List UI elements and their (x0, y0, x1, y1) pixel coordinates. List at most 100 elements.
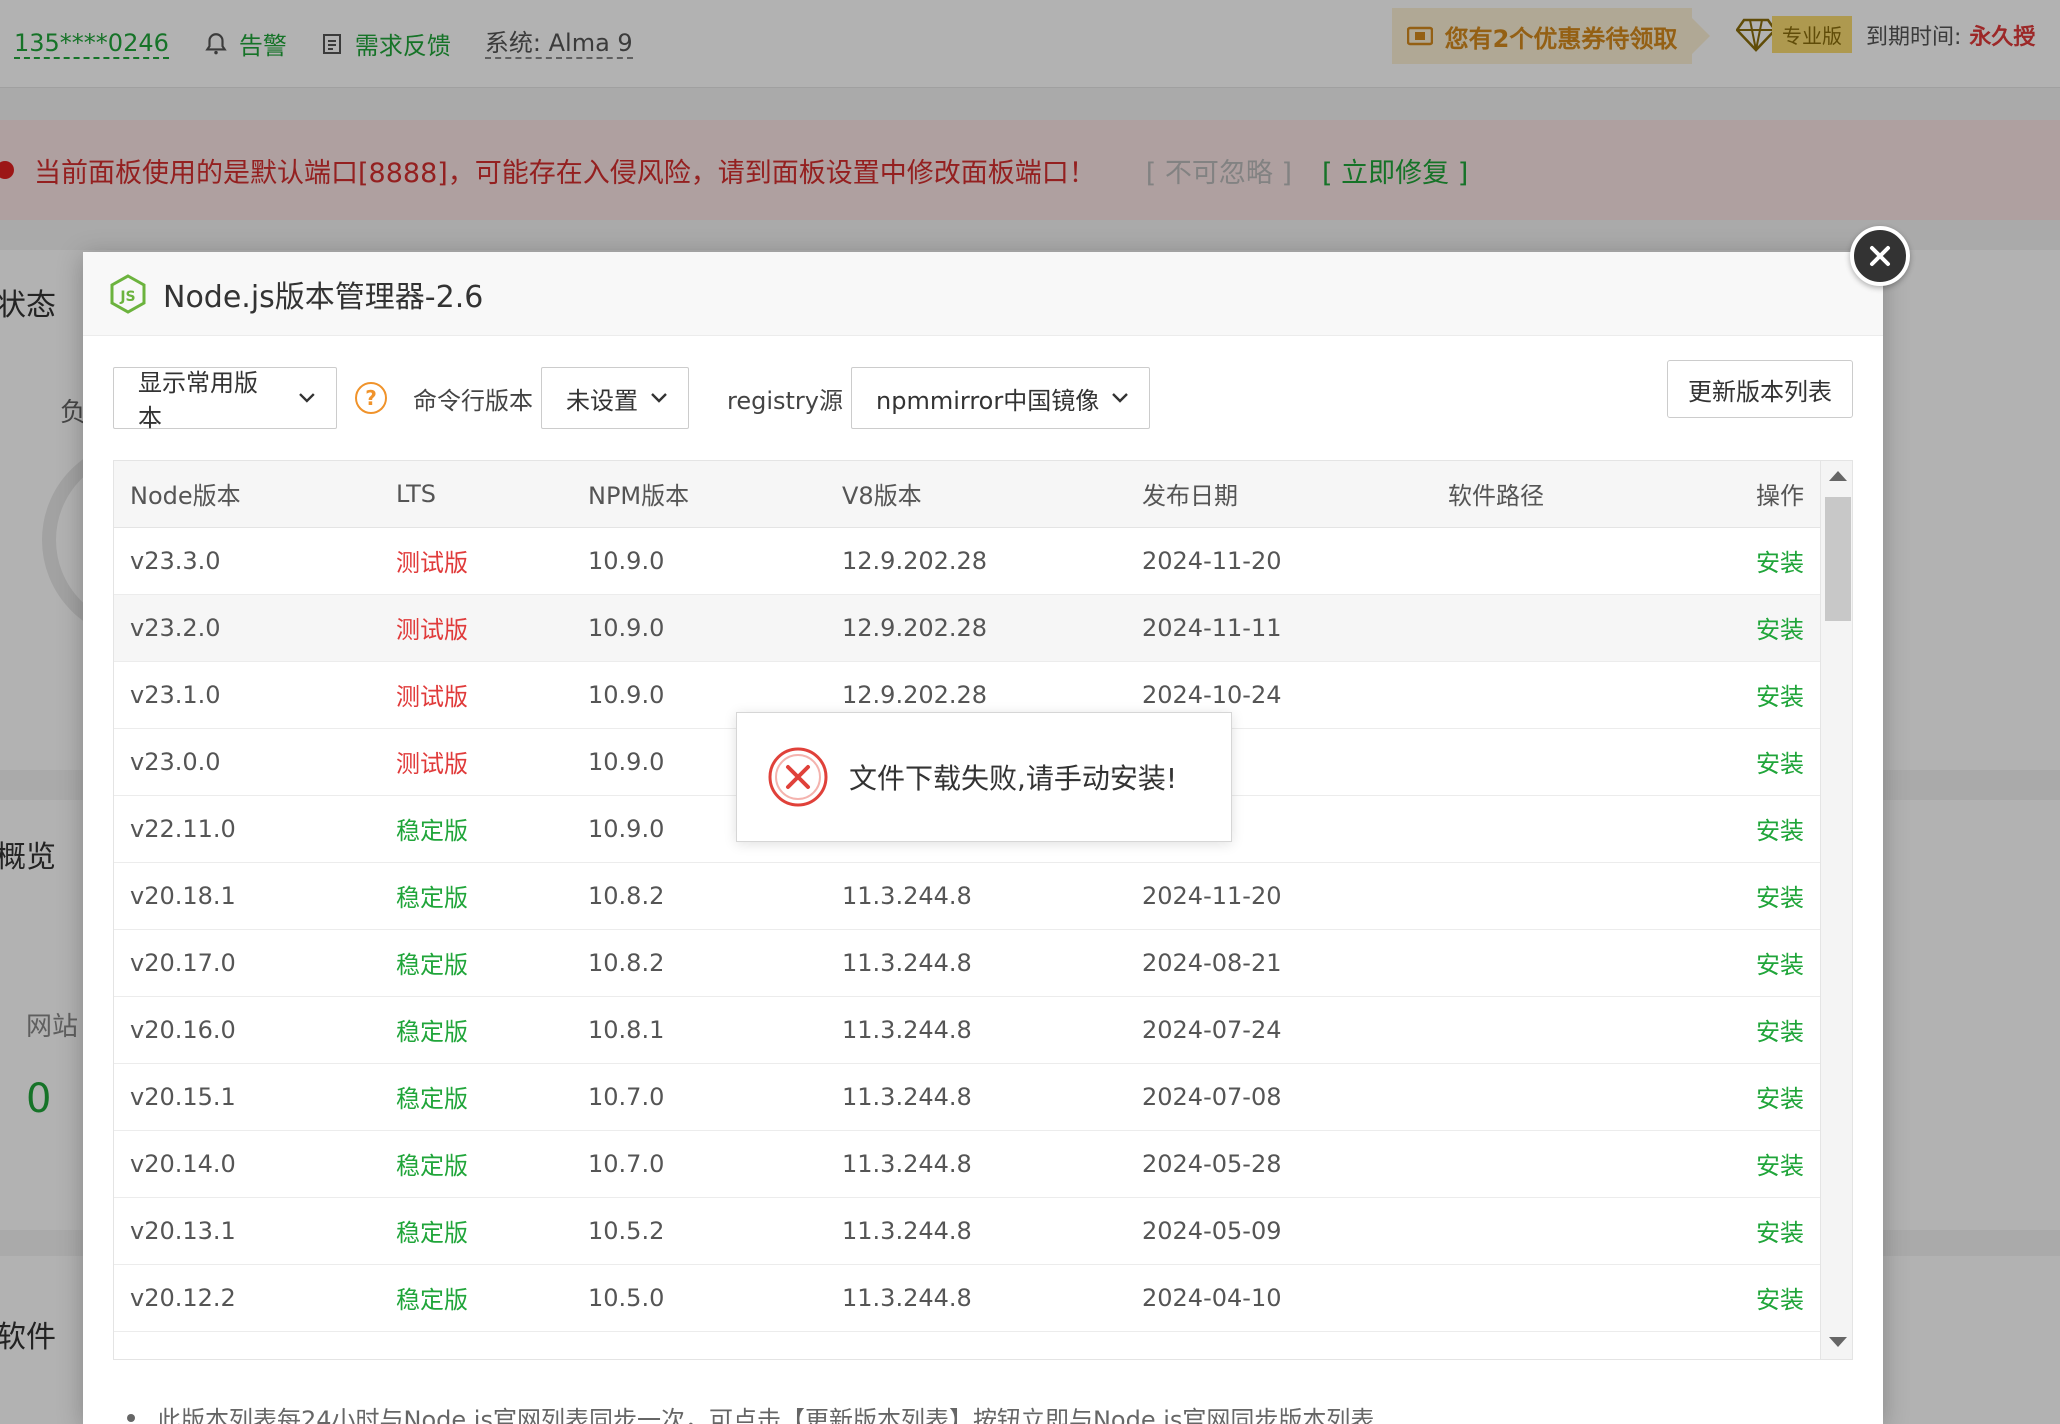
node-version-cell: v20.13.1 (114, 1197, 380, 1265)
v8-version-cell: 11.3.244.8 (826, 1264, 1126, 1332)
bullet-icon (127, 1413, 135, 1422)
node-version-cell: v20.18.1 (114, 862, 380, 930)
table-row: v20.13.1 稳定版 10.5.2 11.3.244.8 2024-05-09 安装 (114, 1197, 1820, 1265)
release-date-cell: 2024-04-10 (1126, 1264, 1432, 1332)
install-button[interactable]: 安装 (1756, 549, 1804, 577)
nodejs-icon: JS (110, 273, 146, 314)
action-cell: 安装 (1722, 996, 1820, 1064)
lts-cell: 测试版 (380, 594, 572, 662)
action-cell: 安装 (1722, 527, 1820, 595)
node-version-cell: v20.12.2 (114, 1264, 380, 1332)
sync-note-text: 此版本列表每24小时与Node.js官网列表同步一次，可点击【更新版本列表】按钮… (157, 1406, 1375, 1424)
action-cell: 安装 (1722, 1264, 1820, 1332)
chevron-down-icon (651, 393, 667, 403)
install-path-cell (1432, 996, 1722, 1064)
npm-version-cell: 10.8.2 (572, 929, 826, 997)
table-header-row: Node版本 LTS NPM版本 V8版本 发布日期 软件路径 操作 (114, 461, 1820, 528)
help-icon[interactable]: ? (355, 382, 387, 414)
error-toast: 文件下载失败,请手动安装! (736, 712, 1232, 842)
install-path-cell (1432, 929, 1722, 997)
lts-cell: 稳定版 (380, 1264, 572, 1332)
chevron-down-icon (299, 393, 315, 403)
v8-version-cell: 11.3.244.8 (826, 862, 1126, 930)
node-version-cell: v20.15.1 (114, 1063, 380, 1131)
scroll-up-arrow-icon[interactable] (1829, 471, 1847, 481)
release-date-cell: 2024-07-08 (1126, 1063, 1432, 1131)
table-row: v20.15.1 稳定版 10.7.0 11.3.244.8 2024-07-08 安装 (114, 1063, 1820, 1131)
lts-cell: 测试版 (380, 527, 572, 595)
node-version-cell: v20.17.0 (114, 929, 380, 997)
version-table-container[interactable]: Node版本 LTS NPM版本 V8版本 发布日期 软件路径 操作 v23.3… (113, 460, 1853, 1360)
column-header: 软件路径 (1432, 461, 1722, 528)
lts-cell: 稳定版 (380, 1063, 572, 1131)
table-row: v20.17.0 稳定版 10.8.2 11.3.244.8 2024-08-21 安装 (114, 929, 1820, 997)
node-version-cell: v22.11.0 (114, 795, 380, 863)
chevron-down-icon (1112, 393, 1129, 403)
v8-version-cell: 12.9.202.28 (826, 594, 1126, 662)
node-version-cell: v20.14.0 (114, 1130, 380, 1198)
install-path-cell (1432, 1264, 1722, 1332)
v8-version-cell: 11.3.244.8 (826, 1130, 1126, 1198)
table-row: v23.2.0 测试版 10.9.0 12.9.202.28 2024-11-11 安装 (114, 594, 1820, 662)
node-version-cell: v23.3.0 (114, 527, 380, 595)
lts-cell: 测试版 (380, 661, 572, 729)
v8-version-cell: 11.3.244.8 (826, 929, 1126, 997)
install-path-cell (1432, 1197, 1722, 1265)
install-button[interactable]: 安装 (1756, 1152, 1804, 1180)
error-toast-message: 文件下载失败,请手动安装! (849, 762, 1178, 795)
release-date-cell: 2024-11-20 (1126, 862, 1432, 930)
install-button[interactable]: 安装 (1756, 1085, 1804, 1113)
column-header: 发布日期 (1126, 461, 1432, 528)
dialog-toolbar: 显示常用版本 ? 命令行版本 未设置 registry源 npmmirror中国… (113, 360, 1853, 432)
cli-version-value: 未设置 (566, 386, 638, 415)
table-row: v20.18.1 稳定版 10.8.2 11.3.244.8 2024-11-20 安装 (114, 862, 1820, 930)
version-table: Node版本 LTS NPM版本 V8版本 发布日期 软件路径 操作 v23.3… (114, 461, 1820, 1332)
install-button[interactable]: 安装 (1756, 616, 1804, 644)
install-button[interactable]: 安装 (1756, 683, 1804, 711)
install-button[interactable]: 安装 (1756, 817, 1804, 845)
install-button[interactable]: 安装 (1756, 1286, 1804, 1314)
install-button[interactable]: 安装 (1756, 1018, 1804, 1046)
table-row: v20.16.0 稳定版 10.8.1 11.3.244.8 2024-07-24 安装 (114, 996, 1820, 1064)
lts-cell: 测试版 (380, 728, 572, 796)
action-cell: 安装 (1722, 1130, 1820, 1198)
table-row: v23.3.0 测试版 10.9.0 12.9.202.28 2024-11-20 安装 (114, 527, 1820, 595)
cli-version-label: 命令行版本 (413, 386, 533, 415)
install-button[interactable]: 安装 (1756, 884, 1804, 912)
cli-version-select[interactable]: 未设置 (541, 367, 689, 429)
install-path-cell (1432, 728, 1722, 796)
action-cell: 安装 (1722, 862, 1820, 930)
lts-cell: 稳定版 (380, 1130, 572, 1198)
registry-select[interactable]: npmmirror中国镜像 (851, 367, 1151, 429)
install-button[interactable]: 安装 (1756, 750, 1804, 778)
version-filter-select[interactable]: 显示常用版本 (113, 367, 337, 432)
install-button[interactable]: 安装 (1756, 951, 1804, 979)
release-date-cell: 2024-07-24 (1126, 996, 1432, 1064)
v8-version-cell: 11.3.244.8 (826, 1197, 1126, 1265)
v8-version-cell: 11.3.244.8 (826, 996, 1126, 1064)
node-version-cell: v23.1.0 (114, 661, 380, 729)
npm-version-cell: 10.5.0 (572, 1264, 826, 1332)
action-cell: 安装 (1722, 795, 1820, 863)
release-date-cell: 2024-05-28 (1126, 1130, 1432, 1198)
scroll-down-arrow-icon[interactable] (1829, 1337, 1847, 1347)
column-header: 操作 (1722, 461, 1820, 528)
install-path-cell (1432, 527, 1722, 595)
install-path-cell (1432, 661, 1722, 729)
install-button[interactable]: 安装 (1756, 1219, 1804, 1247)
lts-cell: 稳定版 (380, 929, 572, 997)
npm-version-cell: 10.8.2 (572, 862, 826, 930)
install-path-cell (1432, 594, 1722, 662)
update-version-list-button[interactable]: 更新版本列表 (1667, 360, 1853, 418)
close-dialog-button[interactable] (1850, 226, 1910, 286)
node-version-cell: v23.2.0 (114, 594, 380, 662)
npm-version-cell: 10.5.2 (572, 1197, 826, 1265)
table-scrollbar[interactable] (1820, 461, 1852, 1359)
dialog-title: Node.js版本管理器-2.6 (163, 279, 484, 315)
install-path-cell (1432, 862, 1722, 930)
column-header: LTS (380, 461, 572, 528)
npm-version-cell: 10.8.1 (572, 996, 826, 1064)
column-header: V8版本 (826, 461, 1126, 528)
release-date-cell: 2024-11-20 (1126, 527, 1432, 595)
scrollbar-thumb[interactable] (1825, 497, 1851, 621)
